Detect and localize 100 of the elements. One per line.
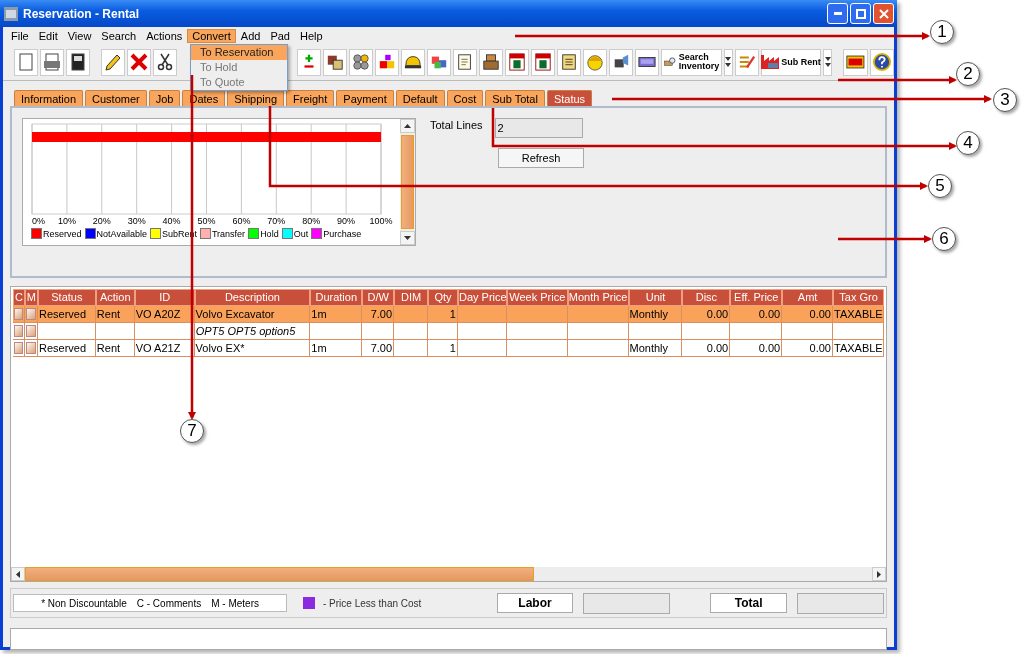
dropdown-button[interactable] [823,48,833,76]
app-icon [4,6,18,21]
toolbar-floppy-disk-button[interactable] [66,48,90,76]
factory-icon [761,55,780,69]
menu-item[interactable]: Actions [141,28,188,43]
sub-rent-button[interactable]: Sub Rent [760,48,822,76]
table-cell: VO A21Z [134,340,195,357]
tab[interactable]: Payment [336,90,394,106]
axis-tick-label: 60% [232,216,251,226]
axis-tick-label: 50% [197,216,216,226]
menu-item[interactable]: View [62,28,97,43]
axis-tick-label: 0% [32,216,45,226]
toolbar-blocks-button[interactable] [375,48,399,76]
search-inventory-button[interactable]: Search Inventory [661,48,722,76]
tab[interactable]: Default [395,90,445,106]
menu-item[interactable]: Search [96,28,142,43]
toolbar-hard-hat-button[interactable] [401,48,425,76]
tab[interactable]: Status [546,90,593,106]
help-icon [873,52,891,72]
column-header[interactable]: Unit [628,289,683,306]
scrollbar-thumb[interactable] [401,135,414,229]
dropdown-button[interactable] [723,48,733,76]
scroll-left-icon [16,570,20,578]
exit-sign-icon [846,53,865,71]
legend-text: C - Comments [136,597,202,609]
table-cell: 1 [428,340,458,357]
tab[interactable]: Freight [286,90,335,106]
toolbar-plus-minus-button[interactable] [297,48,321,76]
column-header[interactable]: D/W [362,289,395,306]
toolbar-pencil-button[interactable] [100,48,125,76]
column-header[interactable]: ID [134,289,195,306]
column-header[interactable]: Status [37,289,96,306]
menu-option[interactable]: To Reservation [191,45,287,60]
tab[interactable]: Information [14,90,84,106]
help-button[interactable] [870,48,894,76]
scroll-right-icon [877,570,881,578]
menu-item[interactable]: File [6,28,34,43]
column-header[interactable]: DIM [394,289,428,306]
maximize-button[interactable] [850,3,871,24]
column-header[interactable]: Month Price [567,289,629,306]
window-title: Reservation - Rental [23,6,141,21]
axis-tick-label: 20% [92,216,111,226]
table-row[interactable]: Reserved Rent VO A20Z Volvo Excavator 1m 7.00 1 Monthly 0.00 0.00 0.00 TAXABLE [13,306,884,323]
toolbar-printer-button[interactable] [40,48,64,76]
menu-item[interactable]: Convert [187,28,236,43]
toolbar-checklist-button[interactable] [734,48,759,76]
minimize-button[interactable] [827,3,848,24]
table-row[interactable]: Reserved Rent VO A21Z Volvo EX* 1m 7.00 1 Monthly 0.00 0.00 0.00 TAXABLE [13,340,884,357]
toolbar-boxes-button[interactable] [323,48,347,76]
horizontal-scrollbar[interactable] [11,567,886,581]
refresh-button[interactable]: Refresh [498,148,584,168]
exit-button[interactable] [843,48,868,76]
labor-label: Labor [496,593,574,613]
total-lines-field: 2 [494,118,583,138]
caret-icon [824,55,831,69]
toolbar-crates-button[interactable] [427,48,451,76]
vertical-scrollbar[interactable] [400,119,415,245]
total-label: Total [710,593,788,613]
axis-tick-label: 70% [267,216,286,226]
column-header[interactable]: Eff. Price [730,289,783,306]
menu-item[interactable]: Help [295,28,328,43]
table-cell: 0.00 [782,340,833,357]
toolbar-cut-button[interactable] [152,48,177,76]
tab[interactable]: Cost [446,90,484,106]
toolbar-balls-button[interactable] [349,48,373,76]
tab[interactable]: Sub Total [485,90,545,106]
tab[interactable]: Customer [85,90,147,106]
column-header[interactable]: Amt [782,289,834,306]
column-header[interactable]: Action [95,289,135,306]
toolbar-clipboard-button[interactable] [557,48,581,76]
axis-tick-label: 40% [162,216,181,226]
table-cell: 0.00 [682,340,731,357]
toolbar-document-button[interactable] [14,48,38,76]
column-header[interactable]: Description [194,289,311,306]
column-header[interactable]: C [13,289,25,306]
toolbar-camera-button[interactable] [609,48,633,76]
column-header[interactable]: Disc [682,289,731,306]
toolbar-keyboard-button[interactable] [635,48,659,76]
legend-label: Purchase [323,228,362,239]
caret-icon [725,55,732,69]
column-header[interactable]: Tax Gro [833,289,884,306]
table-cell: 0.00 [730,340,783,357]
legend-label: Reserved [43,228,82,239]
axis-tick-label: 80% [302,216,321,226]
delete-icon [129,53,148,71]
column-header[interactable]: Week Price [506,289,568,306]
column-header[interactable]: Day Price [457,289,507,306]
column-header[interactable]: Duration [310,289,363,306]
axis-tick-label: 100% [369,216,393,226]
column-header[interactable]: Qty [428,289,458,306]
menu-item[interactable]: Pad [265,28,295,43]
tab[interactable]: Job [148,90,181,106]
close-button[interactable] [873,3,894,24]
toolbar-delete-button[interactable] [126,48,151,76]
toolbar-notepad-button[interactable] [453,48,477,76]
menu-item[interactable]: Edit [33,28,63,43]
menu-item[interactable]: Add [235,28,266,43]
table-row[interactable]: OPT5 OPT5 option5 [13,323,884,340]
toolbar-cabinet-button[interactable] [479,48,503,76]
scrollbar-thumb[interactable] [25,567,534,581]
